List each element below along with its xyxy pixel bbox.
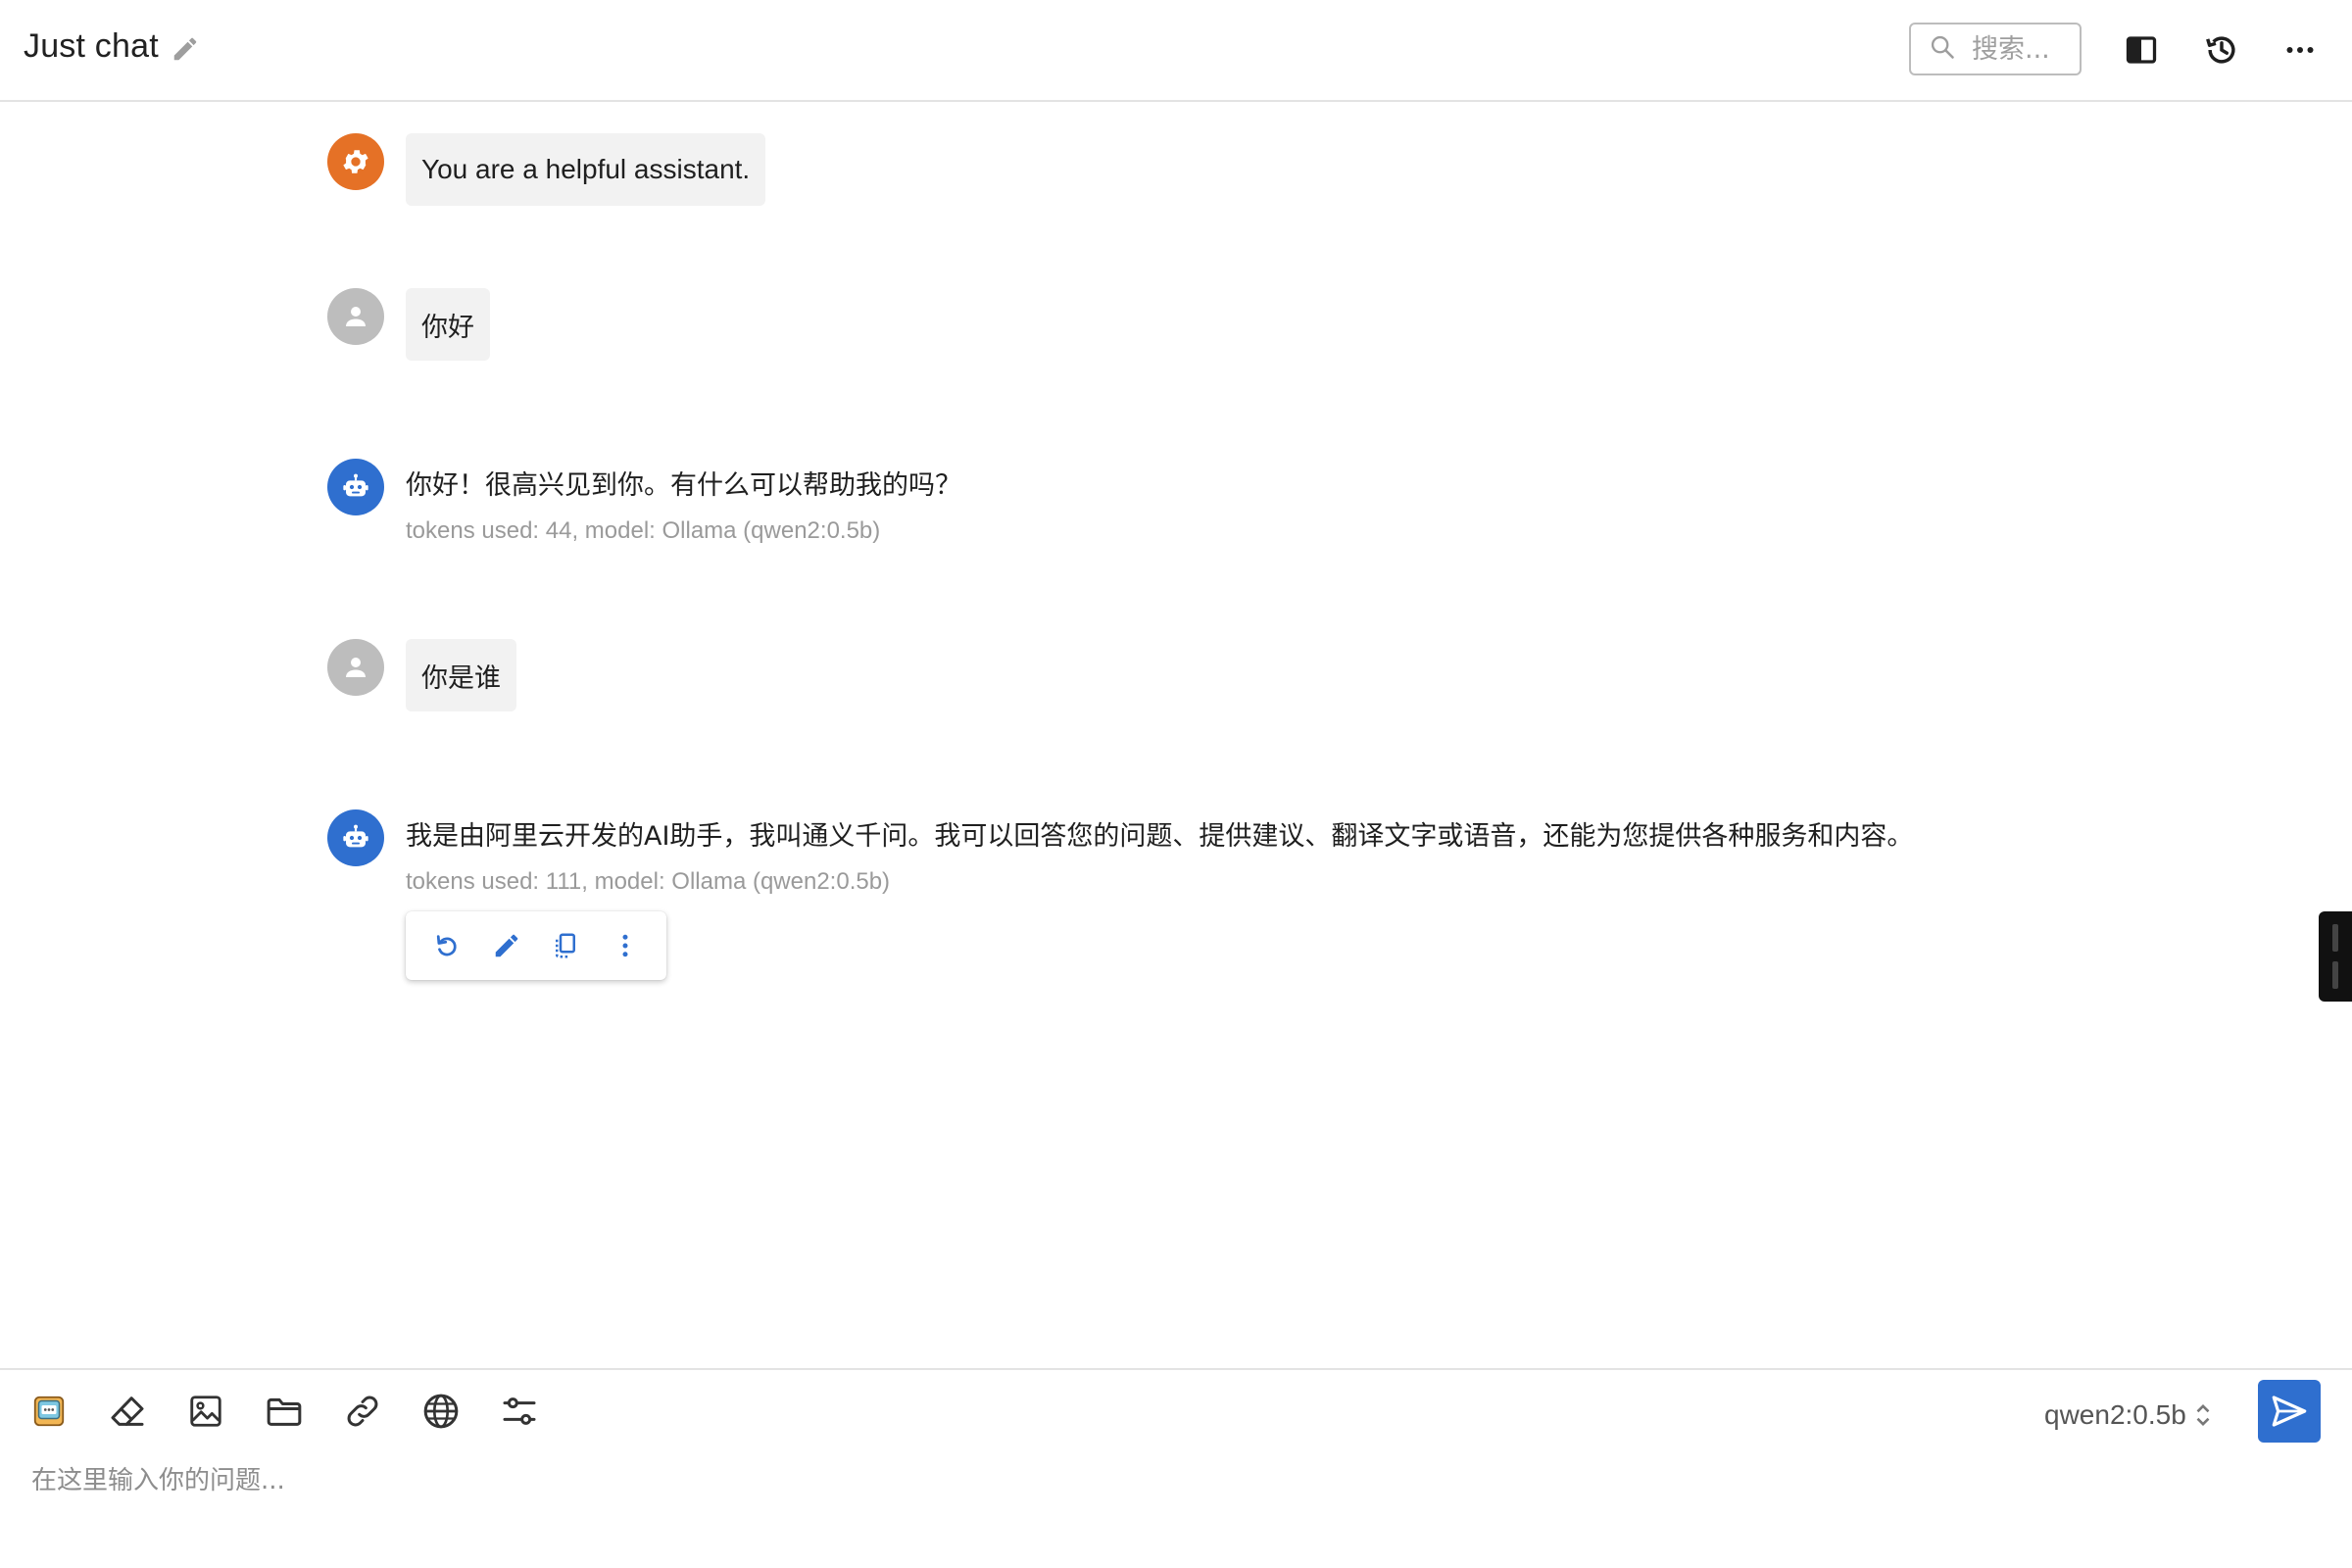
pencil-icon [495, 934, 518, 957]
user-avatar [327, 639, 384, 696]
search-box[interactable] [1909, 23, 2082, 75]
prompt-template-icon [33, 1396, 65, 1427]
sliders-icon [503, 1397, 536, 1425]
message-bubble: 你好 [406, 288, 490, 361]
message-user: 你好 [327, 288, 490, 361]
handle-grip [2332, 924, 2338, 952]
person-icon [346, 307, 366, 326]
assistant-message-text: 你好！很高兴见到你。有什么可以帮助我的吗？ [406, 470, 961, 501]
assistant-avatar [327, 459, 384, 515]
chat-title: Just chat [24, 27, 159, 65]
assistant-message-text: 我是由阿里云开发的AI助手，我叫通义千问。我可以回答您的问题、提供建议、翻译文字… [406, 821, 1914, 852]
more-options-button[interactable] [2278, 27, 2323, 73]
side-panel-handle[interactable] [2319, 911, 2352, 1002]
image-icon [190, 1396, 221, 1427]
message-user: 你是谁 [327, 639, 516, 711]
message-assistant: 你好！很高兴见到你。有什么可以帮助我的吗？ tokens used: 44, m… [327, 459, 961, 545]
history-button[interactable] [2199, 27, 2244, 73]
message-meta: tokens used: 111, model: Ollama (qwen2:0… [406, 868, 891, 895]
prompt-template-button[interactable] [25, 1388, 73, 1435]
web-search-button[interactable] [417, 1388, 465, 1435]
copy-icon [556, 933, 576, 958]
folder-icon [267, 1397, 302, 1426]
message-bubble: 你是谁 [406, 639, 516, 711]
insert-link-button[interactable] [339, 1388, 386, 1435]
message-meta: tokens used: 44, model: Ollama (qwen2:0.… [406, 517, 881, 544]
more-horizontal-icon [2286, 47, 2314, 53]
robot-icon [343, 824, 368, 848]
unfold-icon [2196, 1404, 2210, 1426]
split-view-button[interactable] [2119, 27, 2164, 73]
assistant-message-body: 你好！很高兴见到你。有什么可以帮助我的吗？ tokens used: 44, m… [406, 459, 961, 545]
message-bubble: You are a helpful assistant. [406, 133, 766, 206]
clear-context-button[interactable] [104, 1388, 151, 1435]
attach-image-button[interactable] [182, 1388, 229, 1435]
assistant-avatar [327, 809, 384, 866]
user-avatar [327, 288, 384, 345]
copy-button[interactable] [546, 926, 585, 965]
search-icon [1929, 33, 1956, 66]
model-name: qwen2:0.5b [2044, 1399, 2186, 1430]
app-header: Just chat [0, 0, 2352, 102]
composer: qwen2:0.5b [0, 1368, 2352, 1568]
message-more-button[interactable] [606, 926, 645, 965]
assistant-message-body: 我是由阿里云开发的AI助手，我叫通义千问。我可以回答您的问题、提供建议、翻译文字… [406, 809, 1913, 980]
model-selector[interactable]: qwen2:0.5b [2044, 1399, 2214, 1431]
attach-file-button[interactable] [261, 1388, 308, 1435]
chat-title-group: Just chat [24, 27, 200, 66]
system-avatar [327, 133, 384, 190]
gear-icon [343, 150, 368, 173]
refresh-icon [437, 935, 457, 956]
globe-icon [423, 1394, 459, 1429]
history-icon [2206, 36, 2235, 64]
person-icon [346, 658, 366, 677]
settings-sliders-button[interactable] [496, 1388, 543, 1435]
search-input[interactable] [1970, 32, 2078, 66]
message-assistant: 我是由阿里云开发的AI助手，我叫通义千问。我可以回答您的问题、提供建议、翻译文字… [327, 809, 1913, 980]
eraser-icon [111, 1396, 144, 1426]
message-system: You are a helpful assistant. [327, 133, 766, 206]
more-vertical-icon [622, 934, 628, 957]
edit-message-button[interactable] [487, 926, 526, 965]
message-actions [406, 911, 666, 980]
prompt-input[interactable] [29, 1458, 2323, 1517]
link-icon [347, 1396, 378, 1427]
send-icon [2272, 1396, 2307, 1427]
pencil-icon[interactable] [171, 34, 200, 64]
robot-icon [343, 473, 368, 497]
composer-toolbar [25, 1388, 543, 1435]
split-view-icon [2126, 36, 2157, 64]
handle-grip [2332, 961, 2338, 989]
send-button[interactable] [2258, 1380, 2321, 1443]
regenerate-button[interactable] [427, 926, 466, 965]
